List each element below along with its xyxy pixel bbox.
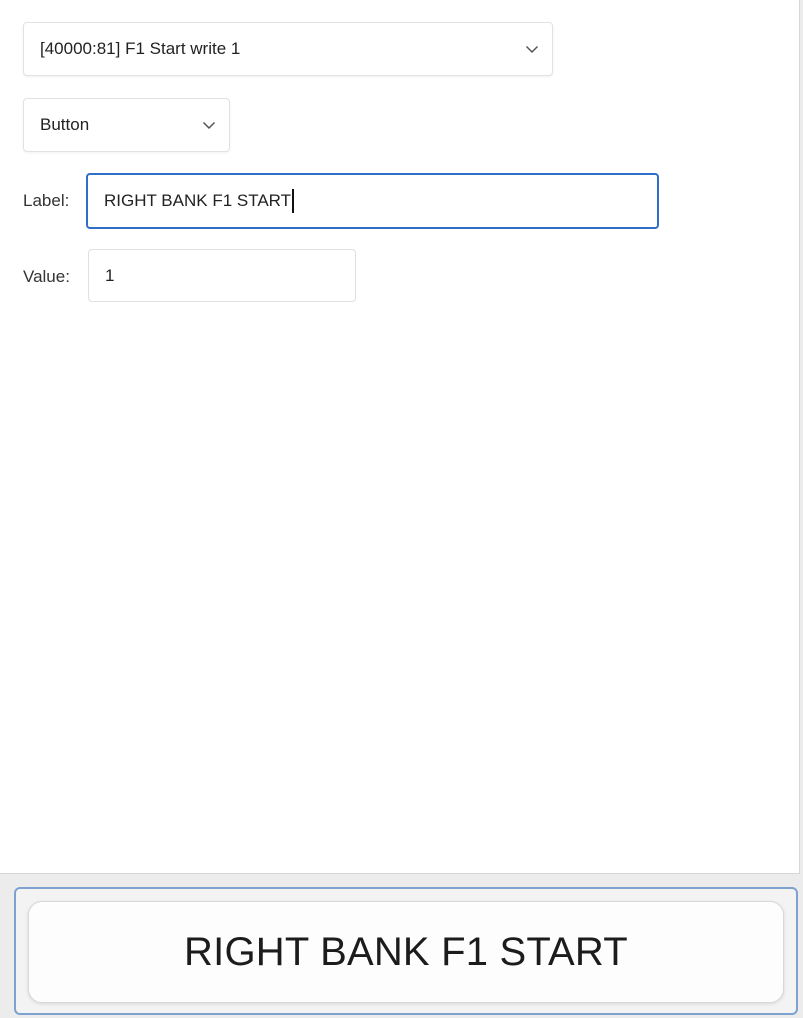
button-preview-frame: RIGHT BANK F1 START [14,887,798,1015]
label-input-value: RIGHT BANK F1 START [104,191,292,210]
editor-panel: [40000:81] F1 Start write 1 Button Label… [0,0,800,874]
label-field-caption: Label: [23,191,70,210]
preview-action-button[interactable]: RIGHT BANK F1 START [28,901,784,1003]
control-type-select-value: Button [40,115,90,134]
chevron-down-icon [189,99,229,151]
value-input-value: 1 [105,265,115,285]
preview-button-label: RIGHT BANK F1 START [184,929,628,974]
value-field-caption: Value: [23,267,70,286]
register-select-value: [40000:81] F1 Start write 1 [40,39,241,58]
chevron-down-icon [512,23,552,75]
control-type-select[interactable]: Button [23,98,230,152]
register-select[interactable]: [40000:81] F1 Start write 1 [23,22,553,76]
value-input[interactable]: 1 [88,249,356,302]
text-caret [292,189,295,213]
label-input[interactable]: RIGHT BANK F1 START [86,173,659,229]
